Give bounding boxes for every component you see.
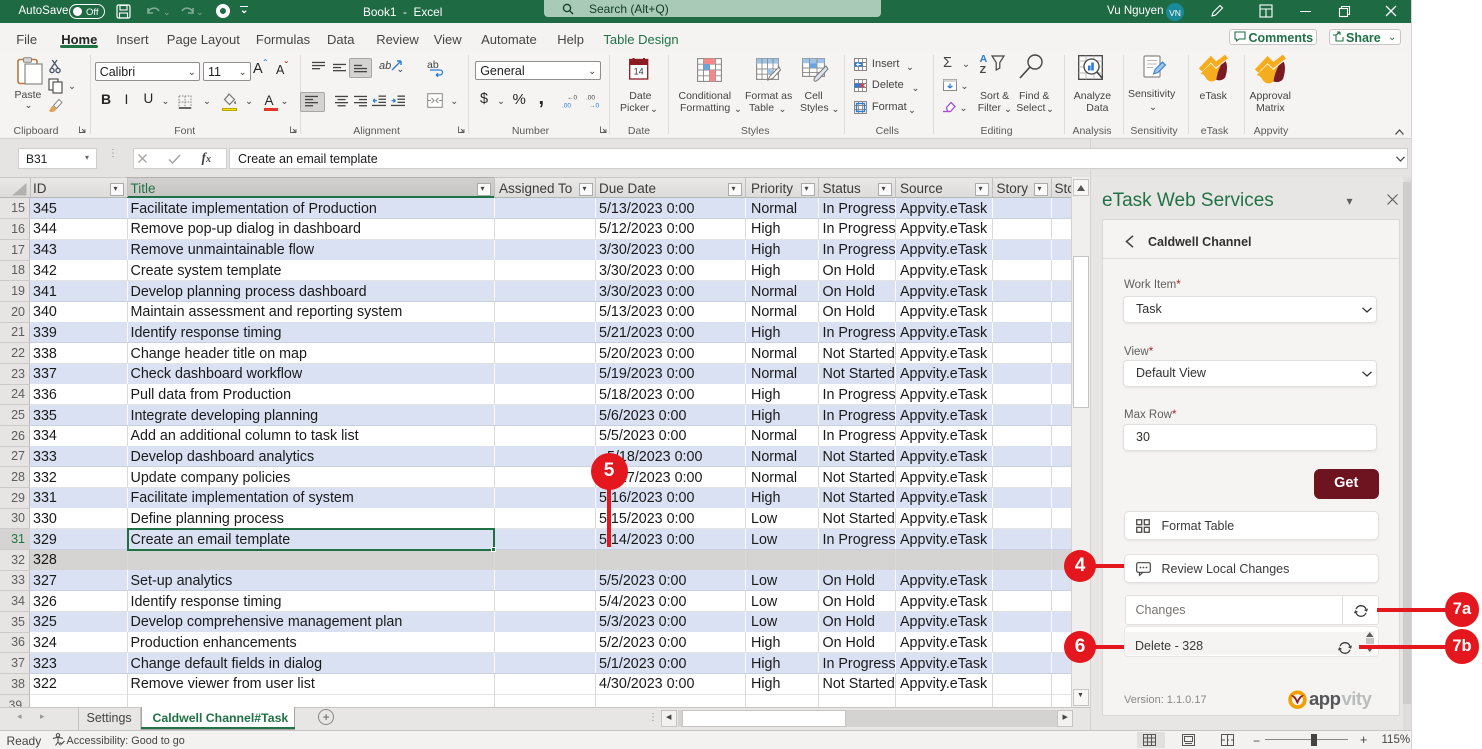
svg-text:←0: ←0: [567, 95, 578, 102]
svg-text:→0: →0: [589, 103, 600, 110]
svg-text:.00: .00: [586, 95, 595, 102]
svg-text:.00: .00: [562, 103, 571, 110]
svg-text:14: 14: [633, 67, 643, 77]
